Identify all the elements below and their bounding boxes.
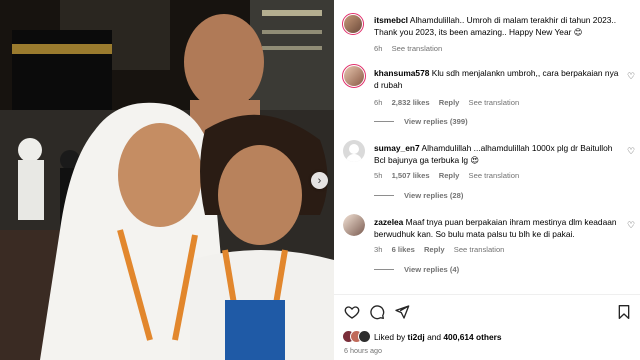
post-sidebar: itsmebcl Alhamdulillah.. Umroh di malam …	[334, 0, 640, 360]
replies-divider	[374, 195, 394, 196]
comment-time: 3h	[374, 245, 383, 254]
chevron-right-icon[interactable]: ›	[311, 172, 328, 189]
post-photo[interactable]: ›	[0, 0, 334, 360]
view-replies-button[interactable]: View replies (4)	[374, 265, 459, 274]
view-replies-label: View replies (399)	[404, 117, 468, 126]
author-username[interactable]: itsmebcl	[374, 15, 408, 25]
view-replies-button[interactable]: View replies (399)	[374, 117, 468, 126]
comment-meta: 6h 2,832 likes Reply See translation	[374, 97, 624, 109]
caption-time: 6h	[374, 44, 383, 53]
photo-illustration	[0, 0, 334, 360]
comment-item: zazelea Maaf tnya puan berpakaian ihram …	[374, 216, 624, 256]
comment-avatar[interactable]	[343, 214, 365, 236]
comment-see-translation[interactable]: See translation	[469, 98, 520, 107]
comment-like-heart-icon[interactable]: ♡	[626, 146, 636, 156]
liker-avatar	[358, 330, 371, 343]
replies-divider	[374, 269, 394, 270]
post-timestamp: 6 hours ago	[344, 346, 382, 355]
liked-by-text: Liked by ti2dj and 400,614 others	[374, 332, 502, 342]
author-avatar[interactable]	[342, 13, 364, 35]
comment-meta: 3h 6 likes Reply See translation	[374, 244, 624, 256]
bookmark-icon[interactable]	[616, 304, 632, 320]
default-avatar-body	[346, 154, 362, 162]
comment-likes[interactable]: 2,832 likes	[392, 98, 430, 107]
caption-see-translation[interactable]: See translation	[392, 44, 443, 53]
comment-time: 5h	[374, 171, 383, 180]
comment-see-translation[interactable]: See translation	[469, 171, 520, 180]
comment-icon[interactable]	[369, 304, 385, 320]
liker-avatars[interactable]	[342, 330, 372, 343]
post-actions: Liked by ti2dj and 400,614 others 6 hour…	[334, 294, 640, 360]
comment-avatar[interactable]	[342, 64, 366, 88]
view-replies-button[interactable]: View replies (28)	[374, 191, 463, 200]
comment-item: sumay_en7 Alhamdulillah ...alhamdulillah…	[374, 142, 624, 182]
caption-meta: 6h See translation	[374, 43, 636, 55]
replies-divider	[374, 121, 394, 122]
comment-username[interactable]: khansuma578	[374, 68, 429, 78]
comment-likes[interactable]: 6 likes	[392, 245, 415, 254]
caption-text: Alhamdulillah.. Umroh di malam terakhir …	[374, 15, 617, 37]
comment-avatar[interactable]	[343, 140, 365, 162]
comment-username[interactable]: sumay_en7	[374, 143, 420, 153]
reply-button[interactable]: Reply	[439, 171, 460, 180]
default-avatar-icon	[349, 144, 359, 154]
view-replies-label: View replies (28)	[404, 191, 464, 200]
liked-by-conjunction: and	[427, 332, 442, 342]
comment-time: 6h	[374, 98, 383, 107]
likes-count[interactable]: 400,614 others	[443, 332, 501, 342]
heart-icon[interactable]	[344, 304, 360, 320]
comment-see-translation[interactable]: See translation	[454, 245, 505, 254]
reply-button[interactable]: Reply	[439, 98, 460, 107]
view-replies-label: View replies (4)	[404, 265, 460, 274]
share-icon[interactable]	[394, 304, 410, 320]
liked-by-user[interactable]: ti2dj	[408, 332, 425, 342]
reply-button[interactable]: Reply	[424, 245, 445, 254]
post-caption: itsmebcl Alhamdulillah.. Umroh di malam …	[374, 14, 636, 55]
comment-likes[interactable]: 1,507 likes	[392, 171, 430, 180]
comment-item: khansuma578 Klu sdh menjalankn umbroh,, …	[374, 67, 624, 109]
comment-like-heart-icon[interactable]: ♡	[626, 220, 636, 230]
comment-meta: 5h 1,507 likes Reply See translation	[374, 170, 624, 182]
comment-like-heart-icon[interactable]: ♡	[626, 71, 636, 81]
liked-by-prefix: Liked by	[374, 332, 406, 342]
comment-text: Maaf tnya puan berpakaian ihram mestinya…	[374, 217, 617, 239]
comment-username[interactable]: zazelea	[374, 217, 403, 227]
